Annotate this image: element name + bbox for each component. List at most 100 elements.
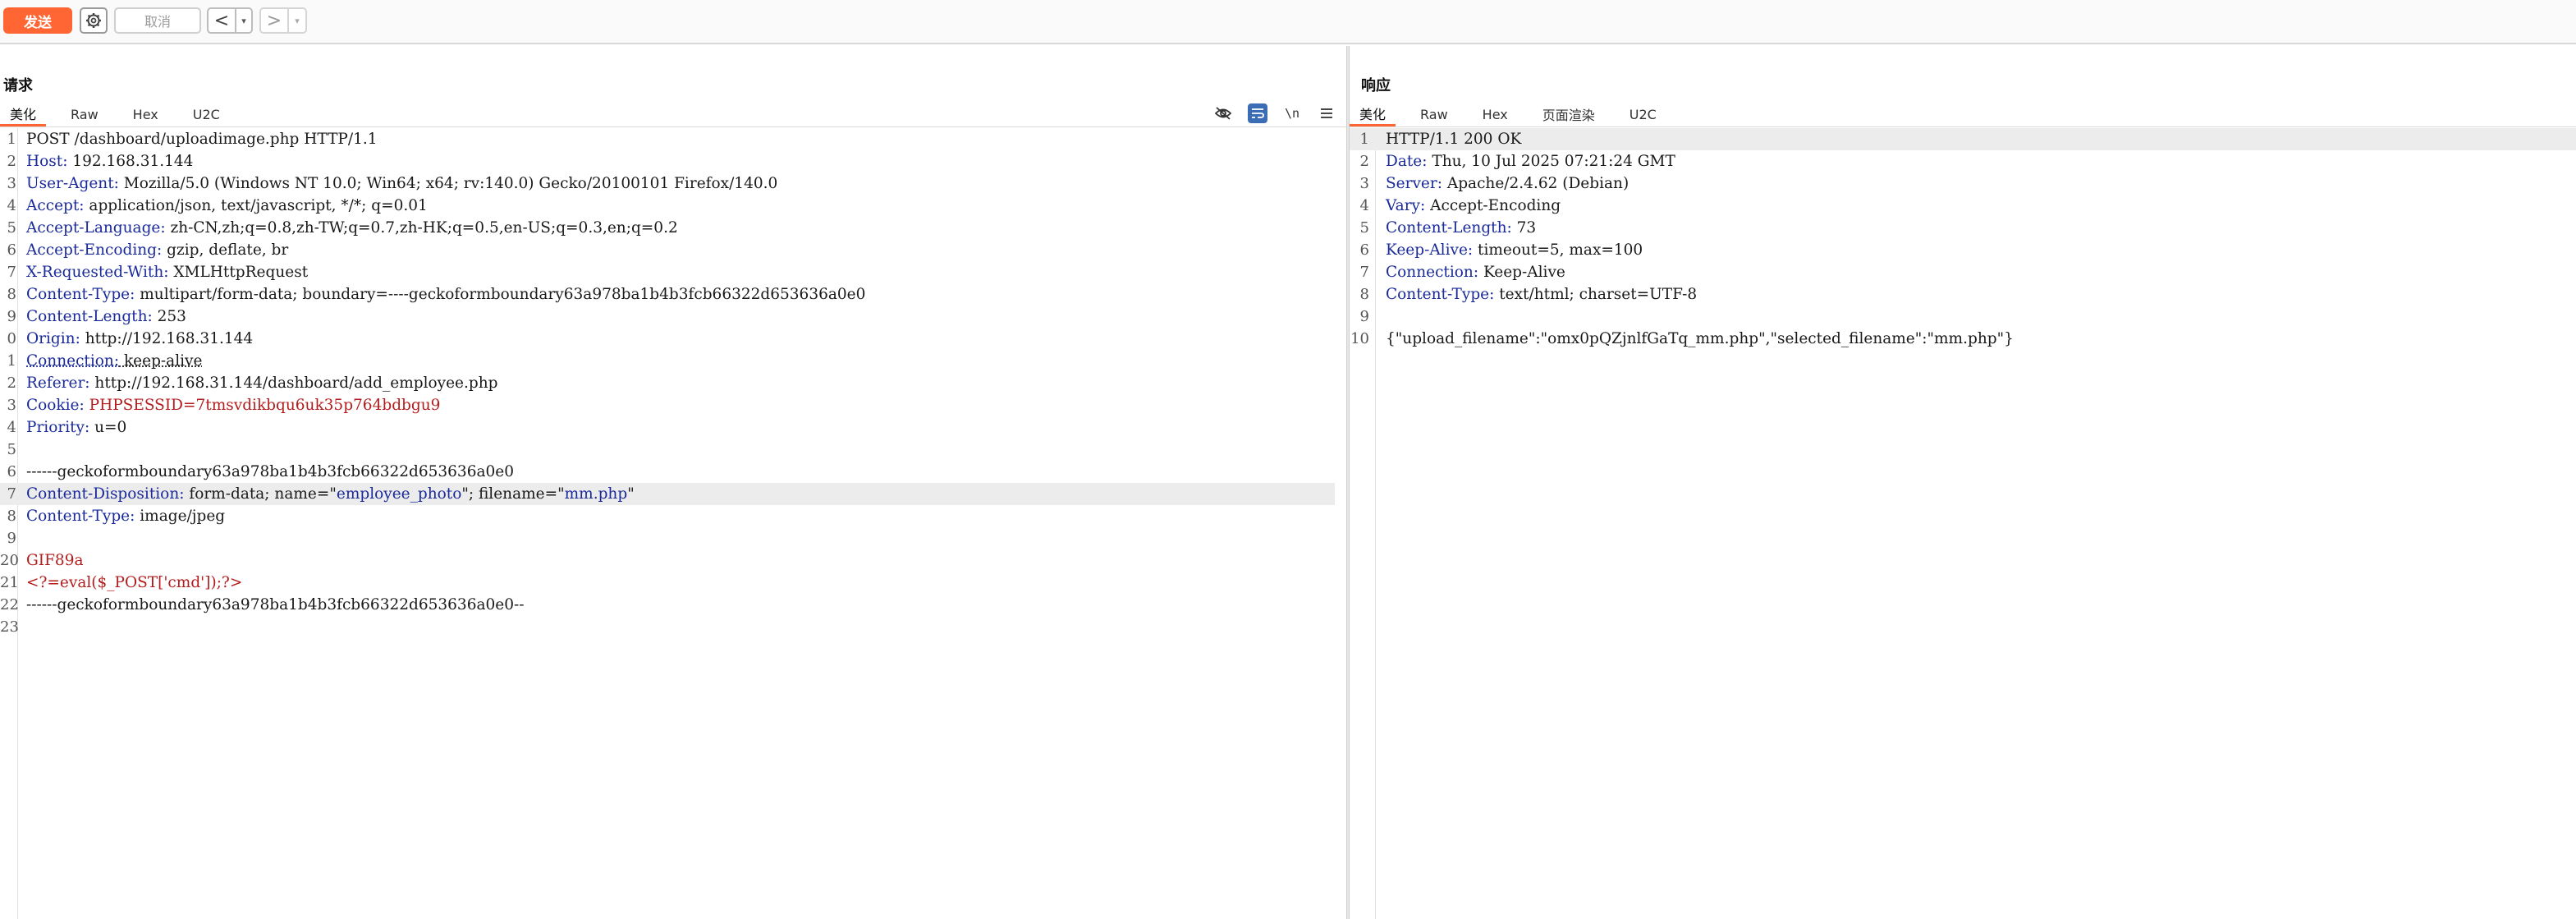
settings-button[interactable] — [80, 7, 108, 34]
line-number: 3 — [7, 175, 16, 192]
request-tabs: 美化 Raw Hex U2C — [0, 102, 245, 126]
header-key: X-Requested-With: — [26, 264, 169, 281]
header-key: Accept-Encoding: — [26, 241, 163, 259]
response-tab-raw[interactable]: Raw — [1410, 102, 1458, 126]
header-key: Content-Type: — [26, 286, 135, 303]
line-number: 4 — [1359, 197, 1369, 214]
header-key: Content-Type: — [1386, 286, 1495, 303]
menu-icon[interactable] — [1317, 103, 1336, 123]
cancel-button[interactable]: 取消 — [114, 7, 201, 34]
header-value: application/json, text/javascript, */*; … — [84, 197, 428, 214]
header-key: Content-Length: — [26, 308, 153, 325]
request-line: 9 — [0, 527, 26, 549]
response-panel: 响应 美化 Raw Hex 页面渲染 U2C 1 HTTP/1.1 200 OK … — [1350, 46, 2576, 919]
history-back-button[interactable]: < — [209, 9, 235, 32]
request-line: 6 ------geckoformboundary63a978ba1b4b3fcb… — [0, 461, 514, 483]
request-tab-hex[interactable]: Hex — [123, 102, 168, 126]
response-line-highlighted: 1 HTTP/1.1 200 OK — [1350, 128, 2576, 150]
response-tab-u2c[interactable]: U2C — [1620, 102, 1666, 126]
header-value: keep-alive — [119, 352, 203, 370]
request-line: 1 Connection: keep-alive — [0, 350, 203, 372]
request-line: 5 Accept-Language: zh-CN,zh;q=0.8,zh-TW;q… — [0, 217, 678, 239]
request-line: 9 Content-Length: 253 — [0, 306, 186, 328]
header-key: Connection: — [1386, 264, 1479, 281]
line-text: ------geckoformboundary63a978ba1b4b3fcb6… — [26, 596, 525, 613]
send-button[interactable]: 发送 — [3, 7, 72, 34]
wrap-lines-icon[interactable] — [1248, 103, 1267, 123]
line-number: 5 — [7, 219, 16, 237]
response-tabs-divider — [1350, 126, 2576, 127]
header-value: Mozilla/5.0 (Windows NT 10.0; Win64; x64… — [118, 175, 778, 192]
line-number: 7 — [1359, 264, 1369, 281]
line-number: 7 — [7, 485, 16, 503]
history-back-group: < ▾ — [207, 7, 253, 34]
disposition-mid: "; filename=" — [461, 485, 565, 503]
response-editor[interactable]: 1 HTTP/1.1 200 OK 2 Date: Thu, 10 Jul 2025… — [1350, 128, 2576, 919]
line-number: 3 — [7, 397, 16, 414]
response-tab-hex[interactable]: Hex — [1473, 102, 1518, 126]
request-tab-pretty[interactable]: 美化 — [0, 102, 47, 126]
disposition-end: " — [627, 485, 635, 503]
response-line: 6 Keep-Alive: timeout=5, max=100 — [1350, 239, 1643, 261]
response-tab-render[interactable]: 页面渲染 — [1533, 102, 1605, 126]
line-text: POST /dashboard/uploadimage.php HTTP/1.1 — [26, 131, 378, 148]
line-number: 3 — [1359, 175, 1369, 192]
header-value: http://192.168.31.144/dashboard/add_empl… — [89, 374, 498, 392]
toolbar: 发送 取消 < ▾ > ▾ — [0, 0, 2576, 44]
chevron-down-icon: ▾ — [295, 15, 300, 26]
line-number: 0 — [7, 330, 16, 347]
request-tab-u2c[interactable]: U2C — [183, 102, 230, 126]
header-value: 253 — [152, 308, 186, 325]
response-line: 4 Vary: Accept-Encoding — [1350, 195, 1561, 217]
request-line: 23 — [0, 616, 26, 638]
request-line: 2 Host: 192.168.31.144 — [0, 150, 194, 172]
request-editor[interactable]: 1 POST /dashboard/uploadimage.php HTTP/1.… — [0, 128, 1346, 919]
line-number: 9 — [1359, 308, 1369, 325]
header-value: Accept-Encoding — [1425, 197, 1561, 214]
request-line: 5 — [0, 439, 26, 461]
header-key: Content-Length: — [1386, 219, 1512, 237]
header-key: Priority: — [26, 419, 90, 436]
request-line: 22 ------geckoformboundary63a978ba1b4b3fc… — [0, 594, 525, 616]
request-tabs-divider — [0, 126, 1346, 127]
response-tab-pretty[interactable]: 美化 — [1350, 102, 1396, 126]
header-key: Accept-Language: — [26, 219, 166, 237]
request-line: 4 Priority: u=0 — [0, 416, 127, 439]
header-key: Referer: — [26, 374, 90, 392]
header-key: Vary: — [1386, 197, 1426, 214]
header-value: zh-CN,zh;q=0.8,zh-TW;q=0.7,zh-HK;q=0.5,e… — [165, 219, 678, 237]
request-line: 0 Origin: http://192.168.31.144 — [0, 328, 254, 350]
request-tab-raw[interactable]: Raw — [61, 102, 108, 126]
request-view-tools: \n — [1213, 103, 1336, 123]
line-number: 21 — [0, 574, 19, 591]
line-number: 2 — [1359, 153, 1369, 170]
history-forward-button[interactable]: > — [261, 9, 287, 32]
field-name-value: employee_photo — [336, 485, 462, 503]
response-line: 10 {"upload_filename":"omx0pQZjnlfGaTq_mm… — [1350, 328, 2014, 350]
line-text: ------geckoformboundary63a978ba1b4b3fcb6… — [26, 463, 514, 480]
hide-eye-icon[interactable] — [1213, 103, 1233, 123]
line-number: 5 — [7, 441, 16, 458]
request-line: 4 Accept: application/json, text/javascri… — [0, 195, 428, 217]
history-forward-dropdown[interactable]: ▾ — [287, 9, 305, 32]
header-value: Thu, 10 Jul 2025 07:21:24 GMT — [1427, 153, 1675, 170]
newline-icon[interactable]: \n — [1282, 103, 1302, 123]
request-panel: 请求 美化 Raw Hex U2C \n 1 POST /dashboard/up… — [0, 46, 1346, 919]
line-number: 1 — [1359, 131, 1369, 148]
json-body: {"upload_filename":"omx0pQZjnlfGaTq_mm.p… — [1386, 330, 2014, 347]
line-number: 4 — [7, 197, 16, 214]
line-number: 10 — [1350, 330, 1369, 347]
history-back-dropdown[interactable]: ▾ — [235, 9, 251, 32]
line-number: 6 — [7, 463, 16, 480]
request-line-highlighted: 7 Content-Disposition: form-data; name=" e… — [0, 483, 1335, 505]
header-key: Date: — [1386, 153, 1428, 170]
request-line: 7 X-Requested-With: XMLHttpRequest — [0, 261, 309, 283]
line-number: 6 — [7, 241, 16, 259]
header-key: User-Agent: — [26, 175, 119, 192]
line-number: 1 — [7, 131, 16, 148]
response-line: 5 Content-Length: 73 — [1350, 217, 1537, 239]
header-value: timeout=5, max=100 — [1473, 241, 1643, 259]
request-line: 20 GIF89a — [0, 549, 84, 572]
header-value: gzip, deflate, br — [162, 241, 289, 259]
response-line: 3 Server: Apache/2.4.62 (Debian) — [1350, 172, 1629, 195]
